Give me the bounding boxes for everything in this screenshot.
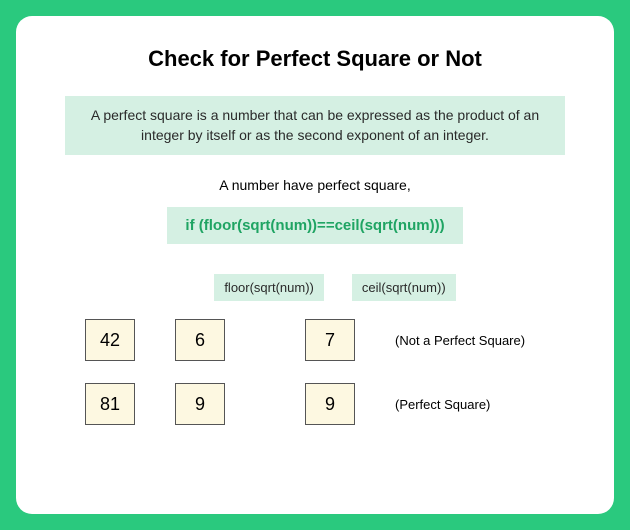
column-labels: floor(sqrt(num)) ceil(sqrt(num)) [214, 274, 455, 301]
floor-box: 9 [175, 383, 225, 425]
floor-box: 6 [175, 319, 225, 361]
example-row: 81 9 9 (Perfect Square) [65, 383, 565, 425]
ceil-box: 9 [305, 383, 355, 425]
num-box: 81 [85, 383, 135, 425]
ceil-box: 7 [305, 319, 355, 361]
floor-label: floor(sqrt(num)) [214, 274, 324, 301]
subtitle-text: A number have perfect square, [219, 177, 410, 193]
num-box: 42 [85, 319, 135, 361]
main-card: Check for Perfect Square or Not A perfec… [16, 16, 614, 514]
example-row: 42 6 7 (Not a Perfect Square) [65, 319, 565, 361]
result-text: (Not a Perfect Square) [395, 333, 525, 348]
examples-container: 42 6 7 (Not a Perfect Square) 81 9 9 (Pe… [65, 319, 565, 425]
result-text: (Perfect Square) [395, 397, 490, 412]
page-title: Check for Perfect Square or Not [148, 46, 482, 72]
ceil-label: ceil(sqrt(num)) [352, 274, 456, 301]
definition-box: A perfect square is a number that can be… [65, 96, 565, 155]
condition-code: if (floor(sqrt(num))==ceil(sqrt(num))) [167, 207, 462, 244]
